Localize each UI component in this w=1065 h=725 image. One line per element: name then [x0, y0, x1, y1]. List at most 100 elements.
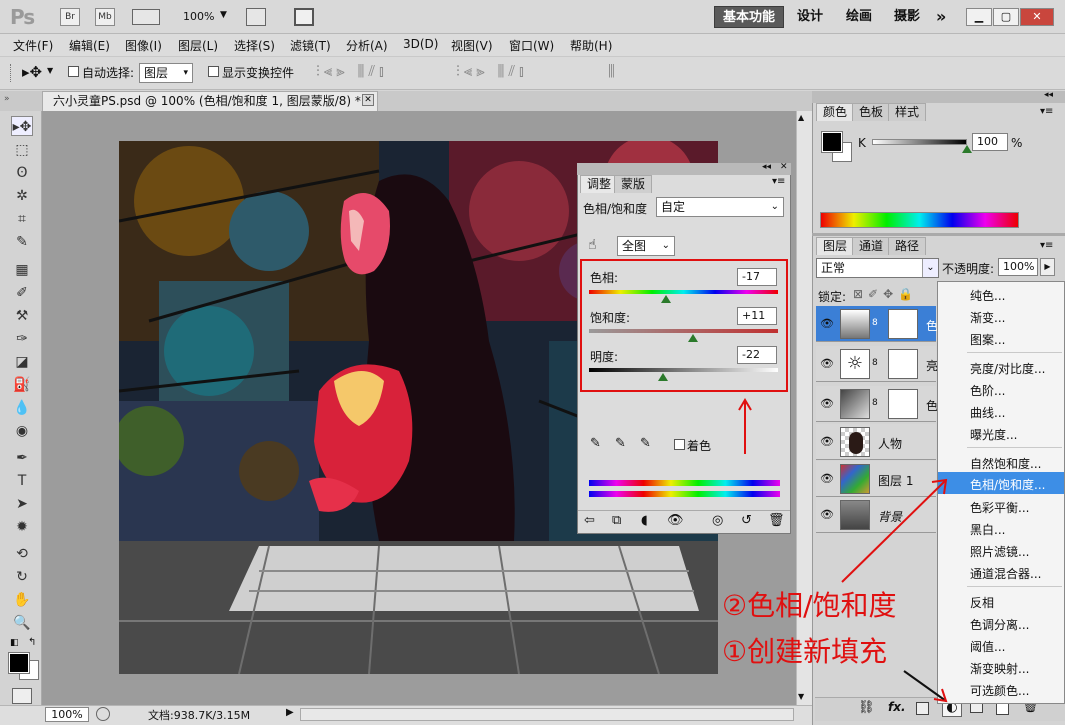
visibility-eye-icon[interactable]: 👁: [820, 317, 834, 330]
scroll-down-icon[interactable]: ▼: [798, 692, 804, 701]
workspace-essentials[interactable]: 基本功能: [714, 6, 785, 28]
menu-item-exposure[interactable]: 曝光度...: [970, 426, 1017, 443]
swap-colors-icon[interactable]: ↰: [28, 637, 36, 648]
menu-item-photo-filter[interactable]: 照片滤镜...: [970, 543, 1029, 560]
maximize-icon[interactable]: ▢: [993, 8, 1019, 26]
align-buttons-icon[interactable]: ⫶⫷⫸ ⫼⫽⫾: [316, 62, 388, 80]
eyedropper-icon[interactable]: ✎: [590, 436, 601, 451]
hue-input[interactable]: -17: [737, 268, 777, 286]
colorize-checkbox[interactable]: [674, 439, 685, 450]
hue-slider-knob[interactable]: [661, 295, 672, 303]
auto-select-checkbox[interactable]: [68, 66, 79, 77]
dodge-tool-icon[interactable]: ◉: [11, 421, 33, 441]
visibility-eye-icon[interactable]: 👁: [667, 513, 684, 528]
hue-slider-track[interactable]: [589, 290, 778, 294]
eraser-tool-icon[interactable]: ◪: [11, 352, 33, 372]
link-layers-icon[interactable]: ⛓: [858, 700, 875, 715]
tab-masks[interactable]: 蒙版: [614, 175, 653, 193]
path-selection-icon[interactable]: ➤: [11, 494, 33, 514]
screen-mode-icon[interactable]: [294, 8, 314, 26]
blur-tool-icon[interactable]: 💧: [11, 398, 33, 418]
auto-select-dropdown[interactable]: 图层 ▾: [139, 63, 193, 83]
more-workspaces-button[interactable]: »: [928, 6, 954, 28]
preset-dropdown[interactable]: 自定 ⌄: [656, 197, 784, 217]
tab-adjustments[interactable]: 调整: [580, 175, 619, 193]
trash-icon[interactable]: 🗑: [768, 513, 785, 528]
targeted-adjust-icon[interactable]: ☝: [588, 237, 597, 253]
menu-item-vibrance[interactable]: 自然饱和度...: [970, 455, 1041, 472]
view-extras-icon[interactable]: [132, 9, 160, 25]
default-colors-icon[interactable]: ◧: [10, 638, 19, 648]
show-transform-checkbox[interactable]: [208, 66, 219, 77]
lock-icons[interactable]: ⊠✐✥🔒: [853, 287, 918, 301]
mini-bridge-button[interactable]: Mb: [95, 8, 115, 26]
color-ramp[interactable]: [820, 212, 1019, 228]
menu-item-brightness-contrast[interactable]: 亮度/对比度...: [970, 360, 1046, 377]
move-tool-icon[interactable]: ▸✥: [11, 116, 33, 136]
k-slider-track[interactable]: [872, 139, 967, 145]
close-tab-icon[interactable]: ✕: [362, 94, 374, 106]
eyedropper-minus-icon[interactable]: ✎: [640, 436, 651, 451]
collapse-icon[interactable]: ◂◂: [1044, 90, 1053, 100]
panel-menu-icon[interactable]: ▾≡: [1040, 106, 1053, 117]
chevron-down-icon[interactable]: ▼: [47, 66, 53, 75]
menu-select[interactable]: 选择(S): [234, 37, 275, 54]
menu-item-color-balance[interactable]: 色彩平衡...: [970, 499, 1029, 516]
menu-image[interactable]: 图像(I): [125, 37, 162, 54]
status-arrow-icon[interactable]: ▶: [286, 707, 294, 718]
menu-item-posterize[interactable]: 色调分离...: [970, 616, 1029, 633]
visibility-eye-icon[interactable]: 👁: [820, 472, 834, 485]
menu-item-pattern[interactable]: 图案...: [970, 331, 1005, 348]
saturation-slider-track[interactable]: [589, 329, 778, 333]
menu-item-hue-saturation[interactable]: 色相/饱和度...: [970, 476, 1046, 493]
saturation-slider-knob[interactable]: [687, 334, 698, 342]
3d-rotate-icon[interactable]: ⟲: [11, 544, 33, 564]
workspace-painting[interactable]: 绘画: [838, 6, 880, 28]
menu-edit[interactable]: 编辑(E): [69, 37, 110, 54]
lightness-slider-track[interactable]: [589, 368, 778, 372]
scroll-up-icon[interactable]: ▲: [798, 113, 804, 122]
menu-item-black-white[interactable]: 黑白...: [970, 521, 1005, 538]
marquee-tool-icon[interactable]: ⬚: [11, 140, 33, 160]
status-menu-icon[interactable]: [96, 707, 110, 721]
shape-tool-icon[interactable]: ✹: [11, 517, 33, 537]
blend-mode-dropdown[interactable]: 正常 ⌄: [816, 258, 939, 278]
pen-tool-icon[interactable]: ✒: [11, 448, 33, 468]
3d-orbit-icon[interactable]: ↻: [11, 567, 33, 587]
eyedropper-plus-icon[interactable]: ✎: [615, 436, 626, 451]
lightness-input[interactable]: -22: [737, 346, 777, 364]
tab-swatches[interactable]: 色板: [852, 103, 891, 121]
panel-menu-icon[interactable]: ▾≡: [772, 176, 785, 187]
k-slider-knob[interactable]: [962, 145, 972, 153]
grip-handle[interactable]: [10, 64, 13, 82]
menu-analysis[interactable]: 分析(A): [346, 37, 388, 54]
move-tool-icon[interactable]: ▸✥: [22, 63, 42, 81]
menu-window[interactable]: 窗口(W): [509, 37, 554, 54]
opacity-arrow-icon[interactable]: ▶: [1040, 258, 1055, 276]
menu-item-levels[interactable]: 色阶...: [970, 382, 1005, 399]
saturation-input[interactable]: +11: [737, 307, 777, 325]
menu-item-selective-color[interactable]: 可选颜色...: [970, 682, 1029, 699]
panel-menu-icon[interactable]: ▾≡: [1040, 240, 1053, 251]
menu-item-invert[interactable]: 反相: [970, 594, 994, 611]
clip-icon[interactable]: ◖: [641, 513, 648, 528]
close-icon[interactable]: ✕: [780, 162, 788, 172]
healing-brush-icon[interactable]: ▦: [11, 260, 33, 280]
visibility-eye-icon[interactable]: 👁: [820, 357, 834, 370]
minimize-icon[interactable]: ▁: [966, 8, 992, 26]
zoom-tool-icon[interactable]: 🔍: [11, 613, 33, 633]
expand-view-icon[interactable]: ⧉: [612, 513, 621, 528]
menu-view[interactable]: 视图(V): [451, 37, 493, 54]
layer-row[interactable]: 👁 8 色: [816, 306, 938, 342]
visibility-eye-icon[interactable]: 👁: [820, 508, 834, 521]
menu-item-curves[interactable]: 曲线...: [970, 404, 1005, 421]
tab-channels[interactable]: 通道: [852, 237, 891, 255]
layer-row[interactable]: 👁 ☼ 8 亮: [816, 346, 938, 382]
collapse-icon[interactable]: »: [4, 94, 10, 104]
document-tab[interactable]: 六小灵童PS.psd @ 100% (色相/饱和度 1, 图层蒙版/8) *: [42, 91, 378, 111]
history-brush-icon[interactable]: ✑: [11, 329, 33, 349]
tab-color[interactable]: 颜色: [816, 103, 855, 121]
menu-help[interactable]: 帮助(H): [570, 37, 612, 54]
tab-paths[interactable]: 路径: [888, 237, 927, 255]
visibility-eye-icon[interactable]: 👁: [820, 397, 834, 410]
